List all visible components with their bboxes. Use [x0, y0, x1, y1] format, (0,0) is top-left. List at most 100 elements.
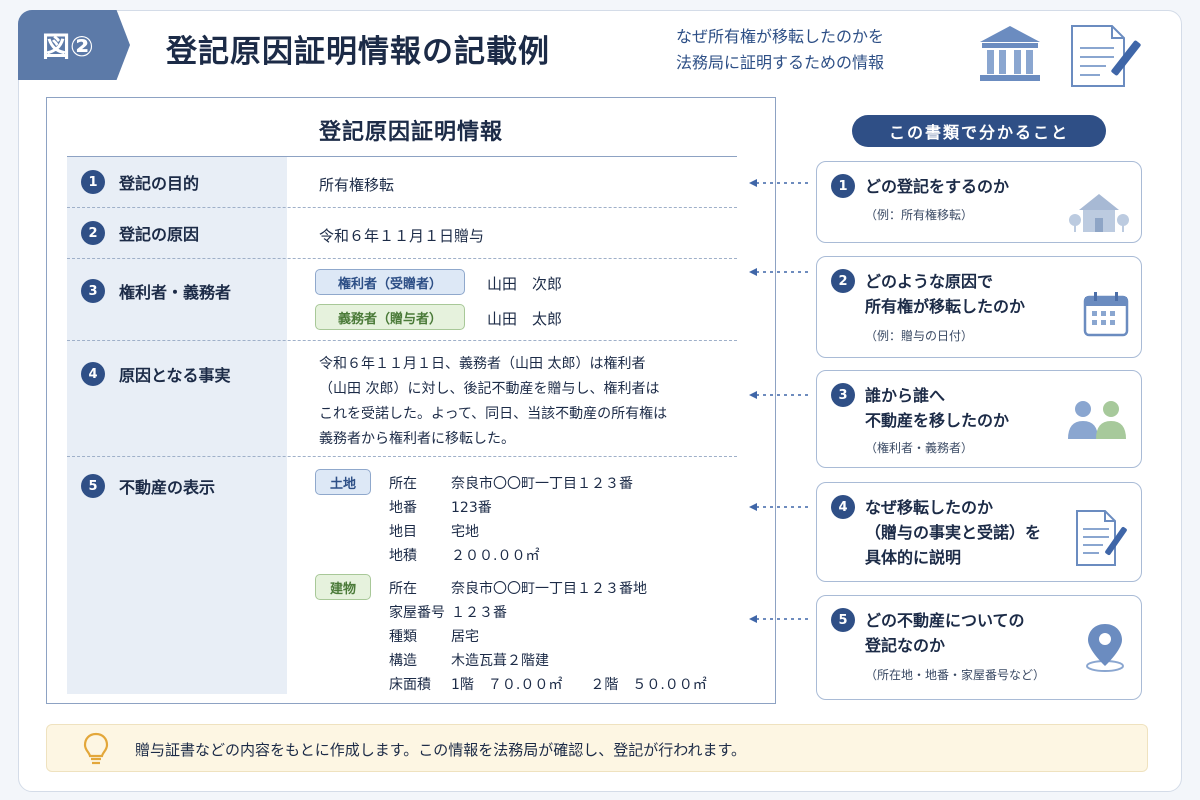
facts-line: 令和６年１１月１日、義務者（山田 太郎）は権利者: [319, 356, 646, 372]
card-line: 登記なのか: [865, 636, 946, 655]
building-value: 奈良市〇〇町一丁目１２３番地: [451, 581, 647, 597]
courthouse-icon: [980, 26, 1040, 81]
building-line: 所在 奈良市〇〇町一丁目１２３番地: [389, 578, 647, 598]
facts-text: 令和６年１１月１日、義務者（山田 太郎）は権利者 （山田 次郎）に対し、後記不動…: [319, 352, 667, 452]
explanation-card-2: 2 どのような原因で 所有権が移転したのか （例：贈与の日付）: [816, 256, 1142, 358]
row-label-property: 5 不動産の表示: [81, 474, 215, 498]
building-value: 1階 ７０.００㎡ ２階 ５０.００㎡: [451, 677, 707, 693]
connector-arrow: [749, 503, 808, 511]
explanation-card-1: 1 どの登記をするのか （例：所有権移転）: [816, 161, 1142, 243]
right-holder-tag: 権利者（受贈者）: [315, 269, 465, 295]
row-label-cause: 2 登記の原因: [81, 221, 199, 245]
card-note: （権利者・義務者）: [865, 441, 974, 455]
explanation-card-5: 5 どの不動産についての 登記なのか （所在地・地番・家屋番号など）: [816, 595, 1142, 700]
location-pin-icon: [1086, 624, 1124, 672]
document-pen-icon: [1076, 510, 1127, 566]
connector-arrow: [749, 615, 808, 623]
facts-line: これを受諾した。よって、同日、当該不動産の所有権は: [319, 406, 668, 422]
facts-line: （山田 次郎）に対し、後記不動産を贈与し、権利者は: [319, 381, 660, 397]
document-pen-icon: [1071, 25, 1141, 87]
row-number: 1: [81, 170, 105, 194]
calendar-icon: [1083, 292, 1129, 337]
explanation-card-3: 3 誰から誰へ 不動産を移したのか （権利者・義務者）: [816, 370, 1142, 468]
cause-value: 令和６年１１月１日贈与: [319, 227, 485, 245]
row-divider: [67, 207, 737, 208]
card-text: なぜ移転したのか （贈与の事実と受諾）を 具体的に説明: [865, 495, 1041, 570]
right-holder-name: 山田 次郎: [487, 275, 563, 293]
card-note: （例：贈与の日付）: [865, 329, 974, 343]
building-key: 家屋番号: [389, 605, 445, 621]
card-text: どの不動産についての 登記なのか: [865, 608, 1025, 658]
card-line: 所有権が移転したのか: [865, 297, 1026, 316]
card-line: どの登記をするのか: [865, 177, 1010, 196]
building-line: 構造 木造瓦葺２階建: [389, 650, 549, 670]
land-line: 地積 ２００.００㎡: [389, 545, 539, 565]
building-value: １２３番: [451, 605, 507, 621]
subtitle-line-2: 法務局に証明するための情報: [676, 53, 885, 72]
house-icon: [1069, 194, 1129, 232]
row-label-text: 登記の目的: [119, 174, 200, 193]
card-note: （例：所有権移転）: [865, 208, 974, 222]
land-line: 地目 宅地: [389, 521, 479, 541]
purpose-value: 所有権移転: [319, 176, 395, 194]
connector-arrow: [749, 391, 808, 399]
row-label-facts: 4 原因となる事実: [81, 362, 231, 386]
land-key: 地番: [389, 500, 417, 516]
card-line: 具体的に説明: [865, 548, 962, 567]
card-text: 誰から誰へ 不動産を移したのか: [865, 383, 1009, 433]
row-number: 2: [81, 221, 105, 245]
land-key: 地積: [389, 548, 417, 564]
certificate-document: 登記原因証明情報 1 登記の目的 所有権移転 2 登記の原因 令和６年１１月１日…: [46, 97, 776, 704]
card-line: 不動産を移したのか: [865, 411, 1010, 430]
explanation-heading: この書類で分かること: [852, 115, 1106, 147]
row-label-text: 不動産の表示: [119, 478, 216, 497]
building-value: 木造瓦葺２階建: [451, 653, 549, 669]
card-line: 誰から誰へ: [865, 386, 946, 405]
land-line: 所在 奈良市〇〇町一丁目１２３番: [389, 473, 633, 493]
lightbulb-icon: [83, 732, 109, 765]
page-title: 登記原因証明情報の記載例: [166, 34, 550, 70]
subtitle-line-1: なぜ所有権が移転したのかを: [676, 27, 885, 46]
row-label-parties: 3 権利者・義務者: [81, 279, 231, 303]
building-key: 種類: [389, 629, 417, 645]
card-number: 4: [831, 495, 855, 519]
building-value: 居宅: [451, 629, 479, 645]
row-label-text: 原因となる事実: [119, 366, 231, 385]
row-number: 3: [81, 279, 105, 303]
card-line: なぜ移転したのか: [865, 498, 994, 517]
row-label-text: 権利者・義務者: [119, 283, 232, 302]
row-label-purpose: 1 登記の目的: [81, 170, 199, 194]
land-line: 地番 123番: [389, 497, 492, 517]
card-number: 2: [831, 269, 855, 293]
obligor-name: 山田 太郎: [487, 310, 563, 328]
footer-text: 贈与証書などの内容をもとに作成します。この情報を法務局が確認し、登記が行われます…: [135, 741, 746, 759]
row-number: 4: [81, 362, 105, 386]
land-value: 奈良市〇〇町一丁目１２３番: [451, 476, 633, 492]
row-number: 5: [81, 474, 105, 498]
land-value: 宅地: [451, 524, 479, 540]
connector-arrow: [749, 268, 808, 276]
land-tag: 土地: [315, 469, 371, 495]
land-value: ２００.００㎡: [451, 548, 540, 564]
building-line: 床面積 1階 ７０.００㎡ ２階 ５０.００㎡: [389, 674, 707, 694]
card-line: どの不動産についての: [865, 611, 1025, 630]
figure-number-tag: 図②: [18, 10, 130, 80]
row-divider: [67, 340, 737, 341]
document-title: 登記原因証明情報: [318, 120, 503, 145]
row-divider: [67, 258, 737, 259]
row-divider: [67, 456, 737, 457]
connector-arrow: [749, 179, 808, 187]
card-number: 5: [831, 608, 855, 632]
land-value: 123番: [451, 500, 492, 516]
building-key: 構造: [389, 653, 417, 669]
building-line: 家屋番号 １２３番: [389, 602, 507, 622]
footer-note: 贈与証書などの内容をもとに作成します。この情報を法務局が確認し、登記が行われます…: [46, 724, 1148, 772]
page-subtitle: なぜ所有権が移転したのかを 法務局に証明するための情報: [676, 24, 884, 76]
building-tag: 建物: [315, 574, 371, 600]
explanation-card-4: 4 なぜ移転したのか （贈与の事実と受諾）を 具体的に説明: [816, 482, 1142, 582]
card-text: どの登記をするのか: [865, 174, 1009, 199]
row-label-text: 登記の原因: [119, 225, 200, 244]
obligor-tag: 義務者（贈与者）: [315, 304, 465, 330]
card-note: （所在地・地番・家屋番号など）: [865, 668, 1046, 682]
figure-number-label: 図②: [42, 30, 94, 63]
